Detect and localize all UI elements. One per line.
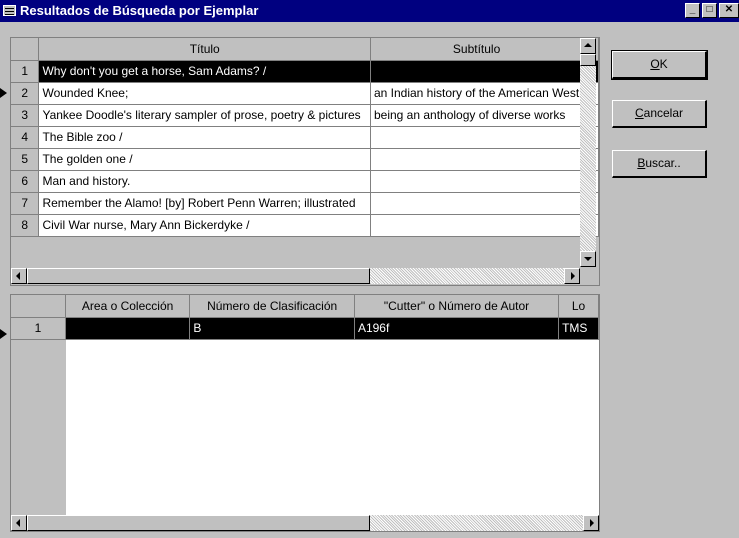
- grid-splitter[interactable]: [10, 288, 600, 292]
- scroll-right-icon[interactable]: [564, 268, 580, 284]
- ok-button[interactable]: OK: [611, 50, 708, 80]
- cell-subtitulo[interactable]: [370, 214, 584, 237]
- scroll-down-icon[interactable]: [580, 251, 596, 267]
- table-row[interactable]: 3 Yankee Doodle's literary sampler of pro…: [11, 104, 599, 127]
- table-row[interactable]: 7 Remember the Alamo! [by] Robert Penn Wa…: [11, 192, 599, 215]
- cell-titulo[interactable]: Civil War nurse, Mary Ann Bickerdyke /: [38, 214, 371, 237]
- maximize-icon[interactable]: □: [702, 3, 717, 18]
- scroll-up-icon[interactable]: [580, 38, 596, 54]
- cell-titulo[interactable]: The Bible zoo /: [38, 126, 371, 149]
- horizontal-scroll-thumb[interactable]: [27, 268, 370, 284]
- table-row[interactable]: 1 B A196f TMS: [11, 317, 599, 340]
- row-number[interactable]: 2: [11, 82, 40, 105]
- column-header-lo[interactable]: Lo: [558, 295, 599, 318]
- minimize-icon[interactable]: _: [685, 3, 700, 18]
- column-header-cutter[interactable]: "Cutter" o Número de Autor: [354, 295, 560, 318]
- horizontal-scrollbar[interactable]: [11, 515, 599, 531]
- close-icon[interactable]: ✕: [719, 3, 739, 18]
- cell-subtitulo[interactable]: being an anthology of diverse works: [370, 104, 584, 127]
- window-title: Resultados de Búsqueda por Ejemplar: [20, 3, 259, 18]
- row-number[interactable]: 6: [11, 170, 40, 193]
- corner-header: [11, 38, 40, 61]
- scrollbar-corner: [580, 268, 596, 284]
- results-grid[interactable]: Título Subtítulo 1 Why don't you get a ho…: [10, 37, 600, 286]
- cell-subtitulo[interactable]: [370, 126, 584, 149]
- cell-titulo[interactable]: Why don't you get a horse, Sam Adams? /: [38, 60, 371, 83]
- scroll-left-icon[interactable]: [11, 268, 27, 284]
- table-row[interactable]: 5The golden one /T: [11, 148, 599, 171]
- copy-details-grid[interactable]: Area o Colección Número de Clasificación…: [10, 294, 600, 532]
- results-table: Título Subtítulo 1 Why don't you get a ho…: [11, 38, 599, 237]
- search-button[interactable]: Buscar..: [612, 150, 707, 178]
- row-number[interactable]: 7: [11, 192, 40, 215]
- system-menu-icon[interactable]: [3, 5, 16, 16]
- cell-subtitulo[interactable]: [370, 60, 584, 83]
- table-row[interactable]: 6 Man and history.: [11, 170, 599, 193]
- cell-subtitulo[interactable]: [370, 192, 584, 215]
- cancel-button[interactable]: Cancelar: [612, 100, 707, 128]
- table-row[interactable]: 2 Wounded Knee; an Indian history of the A…: [11, 82, 599, 105]
- results-window: Resultados de Búsqueda por Ejemplar _ □ …: [0, 0, 739, 538]
- column-header-titulo[interactable]: Título: [38, 38, 371, 61]
- cell-titulo[interactable]: Yankee Doodle's literary sampler of pros…: [38, 104, 371, 127]
- row-number[interactable]: 5: [11, 148, 40, 171]
- horizontal-scroll-thumb[interactable]: [27, 515, 370, 531]
- corner-header: [11, 295, 66, 318]
- column-header-area[interactable]: Area o Colección: [65, 295, 191, 318]
- horizontal-scrollbar[interactable]: [11, 268, 580, 284]
- row-number[interactable]: 1: [11, 317, 66, 340]
- cell-subtitulo[interactable]: an Indian history of the American West: [370, 82, 584, 105]
- row-number[interactable]: 1: [11, 60, 40, 83]
- column-header-subtitulo[interactable]: Subtítulo: [370, 38, 584, 61]
- cell-cutter[interactable]: A196f: [354, 317, 560, 340]
- cell-lo[interactable]: TMS: [558, 317, 599, 340]
- scroll-left-icon[interactable]: [11, 515, 27, 531]
- cell-titulo[interactable]: Wounded Knee;: [38, 82, 371, 105]
- row-number[interactable]: 3: [11, 104, 40, 127]
- title-bar[interactable]: Resultados de Búsqueda por Ejemplar _ □ …: [0, 0, 739, 22]
- table-row[interactable]: 8Civil War nurse, Mary Ann Bickerdyke /D: [11, 214, 599, 237]
- cell-area[interactable]: [65, 317, 191, 340]
- vertical-scroll-thumb[interactable]: [580, 54, 596, 66]
- row-number[interactable]: 8: [11, 214, 40, 237]
- row-pointer-icon: [0, 329, 7, 339]
- cell-titulo[interactable]: The golden one /: [38, 148, 371, 171]
- cell-subtitulo[interactable]: [370, 148, 584, 171]
- cell-titulo[interactable]: Remember the Alamo! [by] Robert Penn War…: [38, 192, 371, 215]
- row-number[interactable]: 4: [11, 126, 40, 149]
- scroll-right-icon[interactable]: [583, 515, 599, 531]
- vertical-scrollbar[interactable]: [580, 38, 596, 267]
- cell-subtitulo[interactable]: [370, 170, 584, 193]
- row-pointer-icon: [0, 88, 7, 98]
- cell-titulo[interactable]: Man and history.: [38, 170, 371, 193]
- column-header-clasificacion[interactable]: Número de Clasificación: [189, 295, 355, 318]
- table-row[interactable]: 1 Why don't you get a horse, Sam Adams? /…: [11, 60, 599, 83]
- cell-clasificacion[interactable]: B: [189, 317, 355, 340]
- table-row[interactable]: 4The Bible zoo /N: [11, 126, 599, 149]
- copy-details-table: Area o Colección Número de Clasificación…: [11, 295, 599, 340]
